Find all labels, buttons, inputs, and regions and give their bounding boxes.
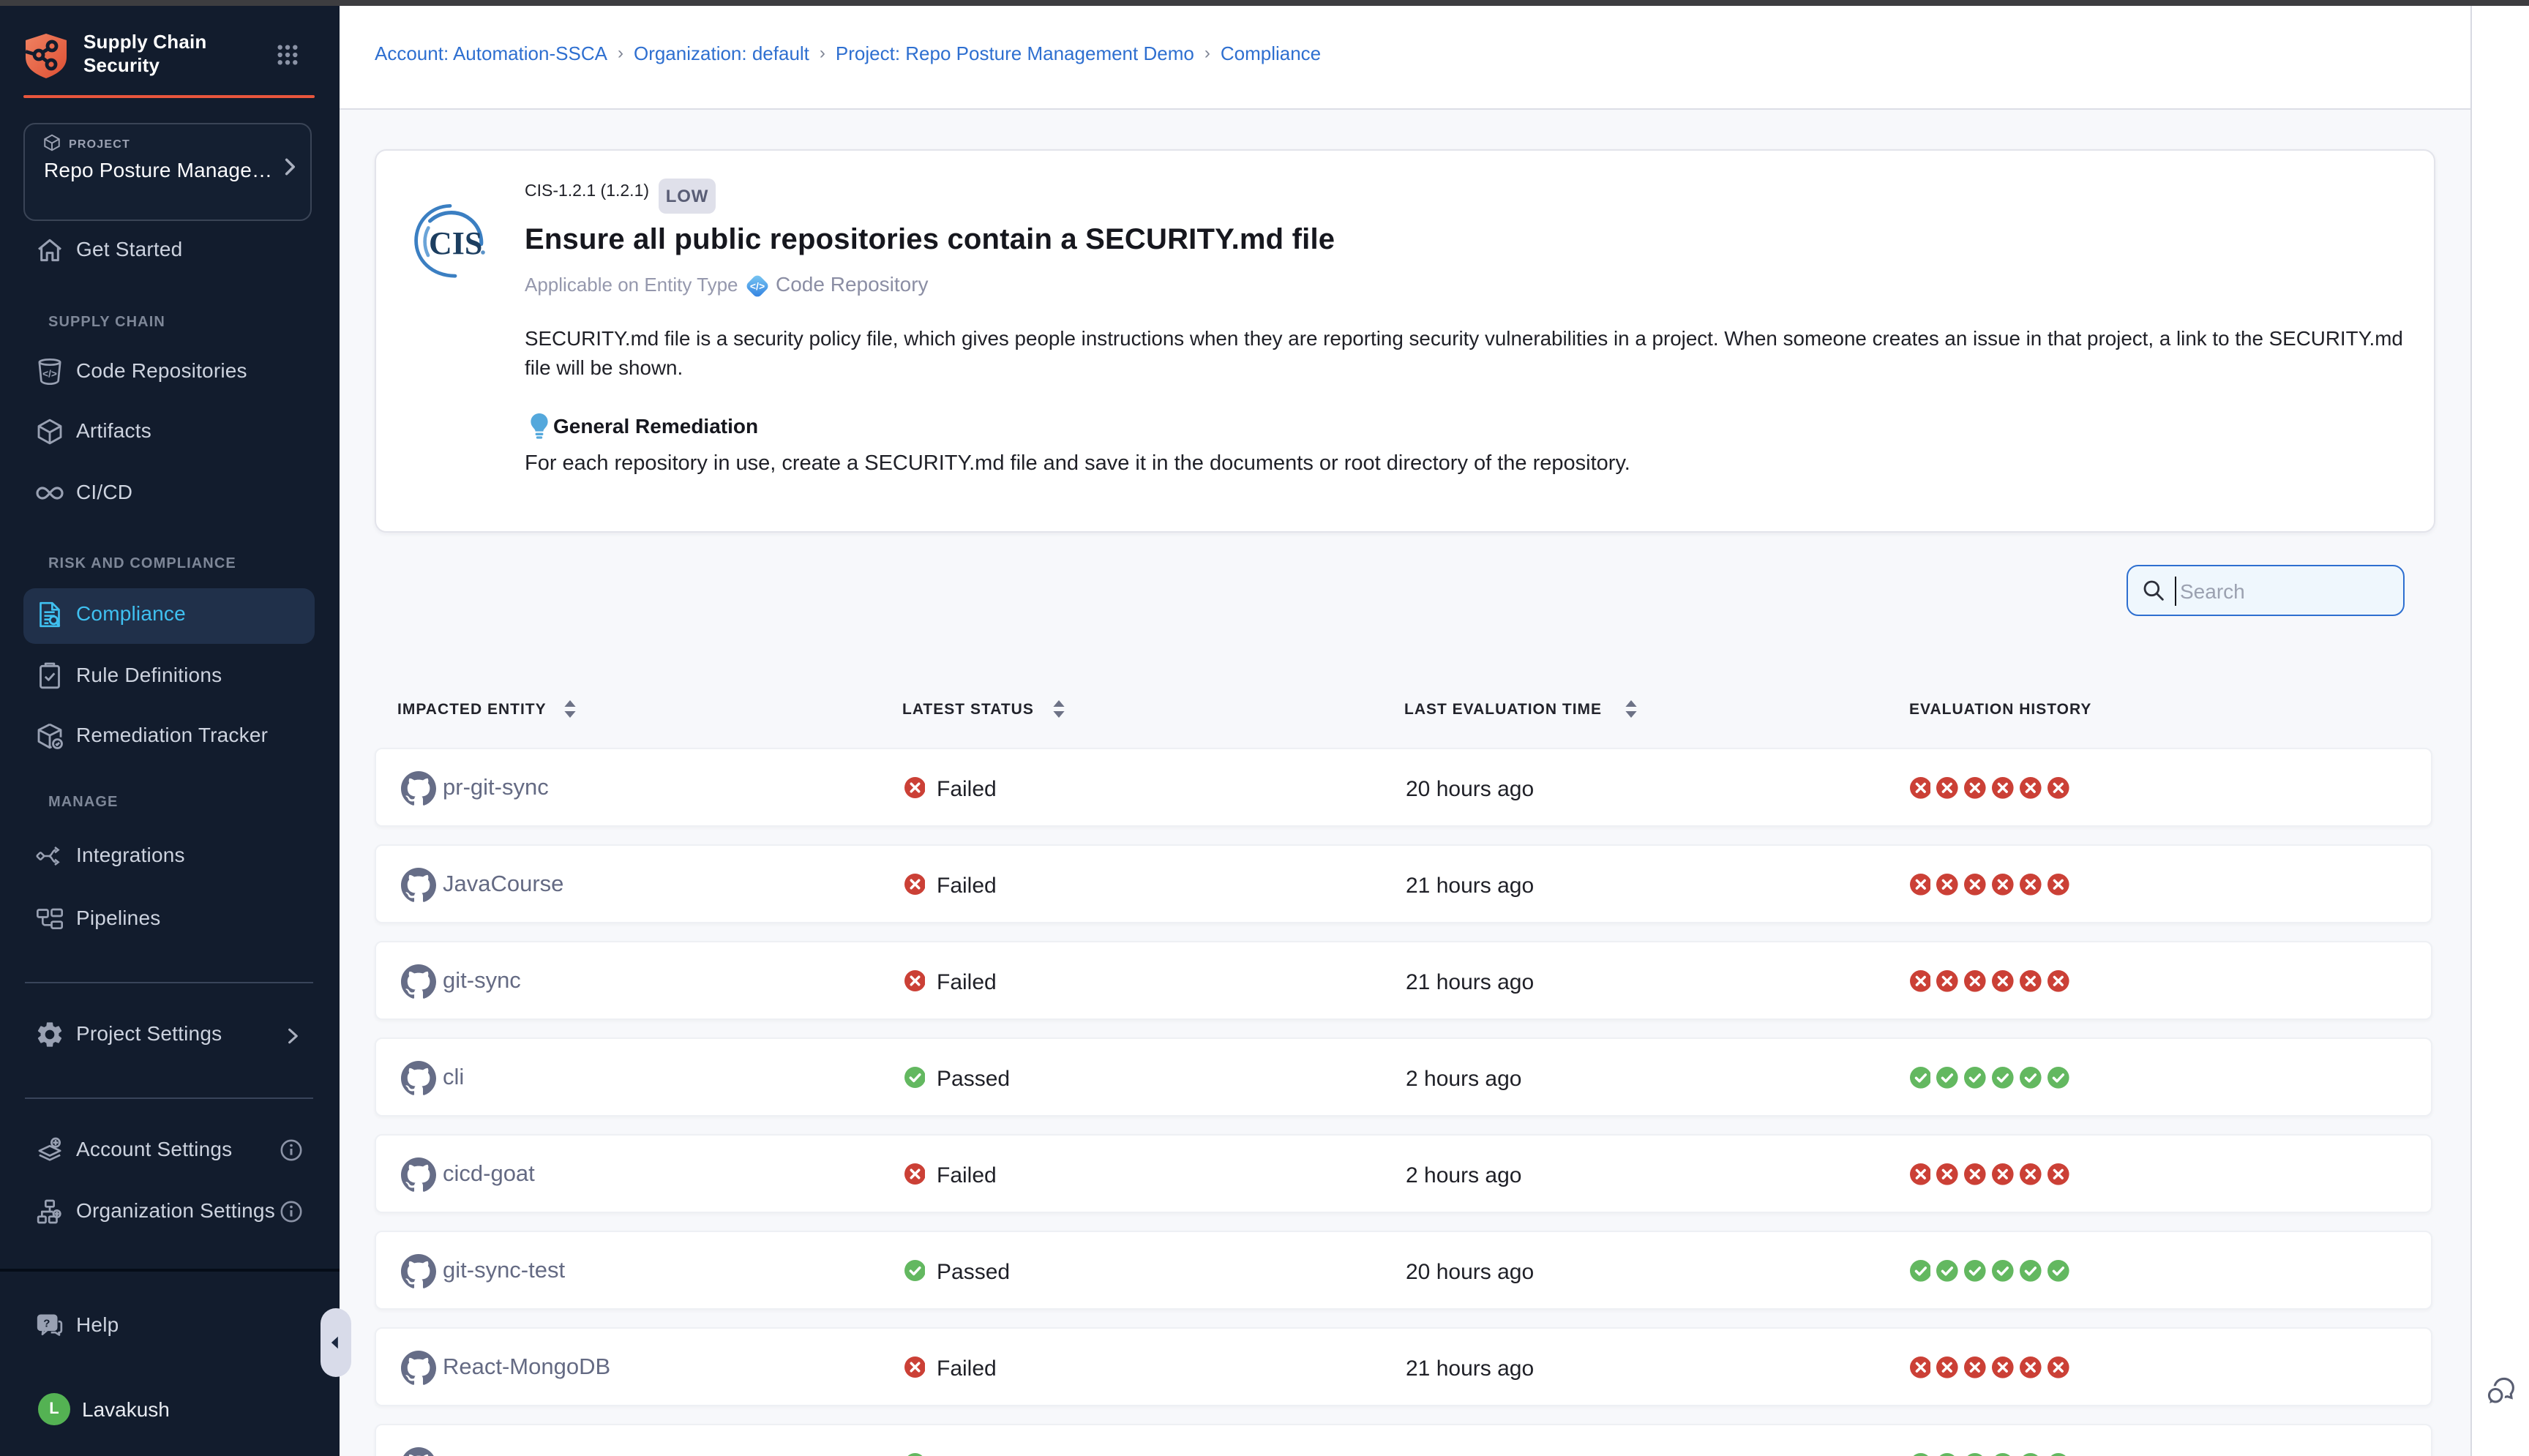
svg-text:</>: </>	[42, 367, 56, 378]
svg-text:CIS: CIS	[428, 225, 482, 260]
svg-text:</>: </>	[750, 279, 765, 291]
svg-text:?: ?	[42, 1317, 49, 1329]
